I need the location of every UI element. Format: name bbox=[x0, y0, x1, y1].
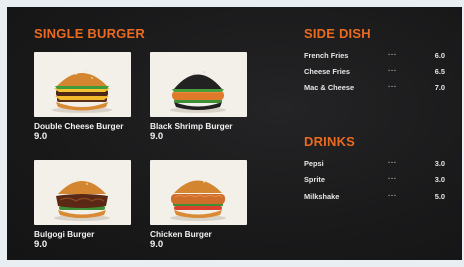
burger-card-bulgogi[interactable]: Bulgogi Burger 9.0 bbox=[34, 160, 132, 250]
burger-price: 9.0 bbox=[150, 239, 164, 250]
menu-item-dots: ··· bbox=[388, 50, 397, 59]
burger-name: Bulgogi Burger bbox=[34, 229, 95, 239]
burger-name: Black Shrimp Burger bbox=[150, 121, 233, 131]
bulgogi-burger-image bbox=[34, 160, 131, 225]
menu-item-dots: ··· bbox=[388, 82, 397, 91]
drinks-heading: DRINKS bbox=[304, 134, 356, 149]
menu-item-price: 6.5 bbox=[434, 67, 445, 76]
menu-item-mac-cheese[interactable]: Mac & Cheese ··· 7.0 bbox=[304, 82, 445, 95]
menu-item-name: Mac & Cheese bbox=[304, 83, 355, 92]
menu-board: SINGLE BURGER Double Cheese Burger 9.0 B… bbox=[7, 7, 462, 260]
menu-item-dots: ··· bbox=[388, 66, 397, 75]
menu-item-name: Sprite bbox=[304, 175, 325, 184]
menu-item-milkshake[interactable]: Milkshake ··· 5.0 bbox=[304, 191, 445, 204]
burger-price: 9.0 bbox=[150, 131, 164, 142]
menu-item-dots: ··· bbox=[388, 191, 397, 200]
menu-item-french-fries[interactable]: French Fries ··· 6.0 bbox=[304, 50, 445, 63]
menu-item-name: French Fries bbox=[304, 51, 349, 60]
single-burger-heading: SINGLE BURGER bbox=[34, 26, 145, 41]
burger-name: Double Cheese Burger bbox=[34, 121, 124, 131]
menu-item-name: Pepsi bbox=[304, 159, 324, 168]
burger-card-black-shrimp[interactable]: Black Shrimp Burger 9.0 bbox=[150, 52, 248, 142]
burger-price: 9.0 bbox=[34, 131, 48, 142]
double-cheese-burger-image bbox=[34, 52, 131, 117]
menu-item-price: 5.0 bbox=[434, 192, 445, 201]
menu-item-price: 3.0 bbox=[434, 175, 445, 184]
burger-price: 9.0 bbox=[34, 239, 48, 250]
menu-item-dots: ··· bbox=[388, 158, 397, 167]
menu-item-price: 3.0 bbox=[434, 159, 445, 168]
menu-item-dots: ··· bbox=[388, 174, 397, 183]
menu-item-price: 7.0 bbox=[434, 83, 445, 92]
menu-item-name: Cheese Fries bbox=[304, 67, 351, 76]
menu-item-price: 6.0 bbox=[434, 51, 445, 60]
burger-card-double-cheese[interactable]: Double Cheese Burger 9.0 bbox=[34, 52, 132, 142]
menu-item-name: Milkshake bbox=[304, 192, 340, 201]
burger-card-chicken[interactable]: Chicken Burger 9.0 bbox=[150, 160, 248, 250]
menu-item-pepsi[interactable]: Pepsi ··· 3.0 bbox=[304, 158, 445, 171]
chicken-burger-image bbox=[150, 160, 247, 225]
black-shrimp-burger-image bbox=[150, 52, 247, 117]
burger-name: Chicken Burger bbox=[150, 229, 212, 239]
side-dish-heading: SIDE DISH bbox=[304, 26, 371, 41]
menu-item-sprite[interactable]: Sprite ··· 3.0 bbox=[304, 174, 445, 187]
menu-item-cheese-fries[interactable]: Cheese Fries ··· 6.5 bbox=[304, 66, 445, 79]
